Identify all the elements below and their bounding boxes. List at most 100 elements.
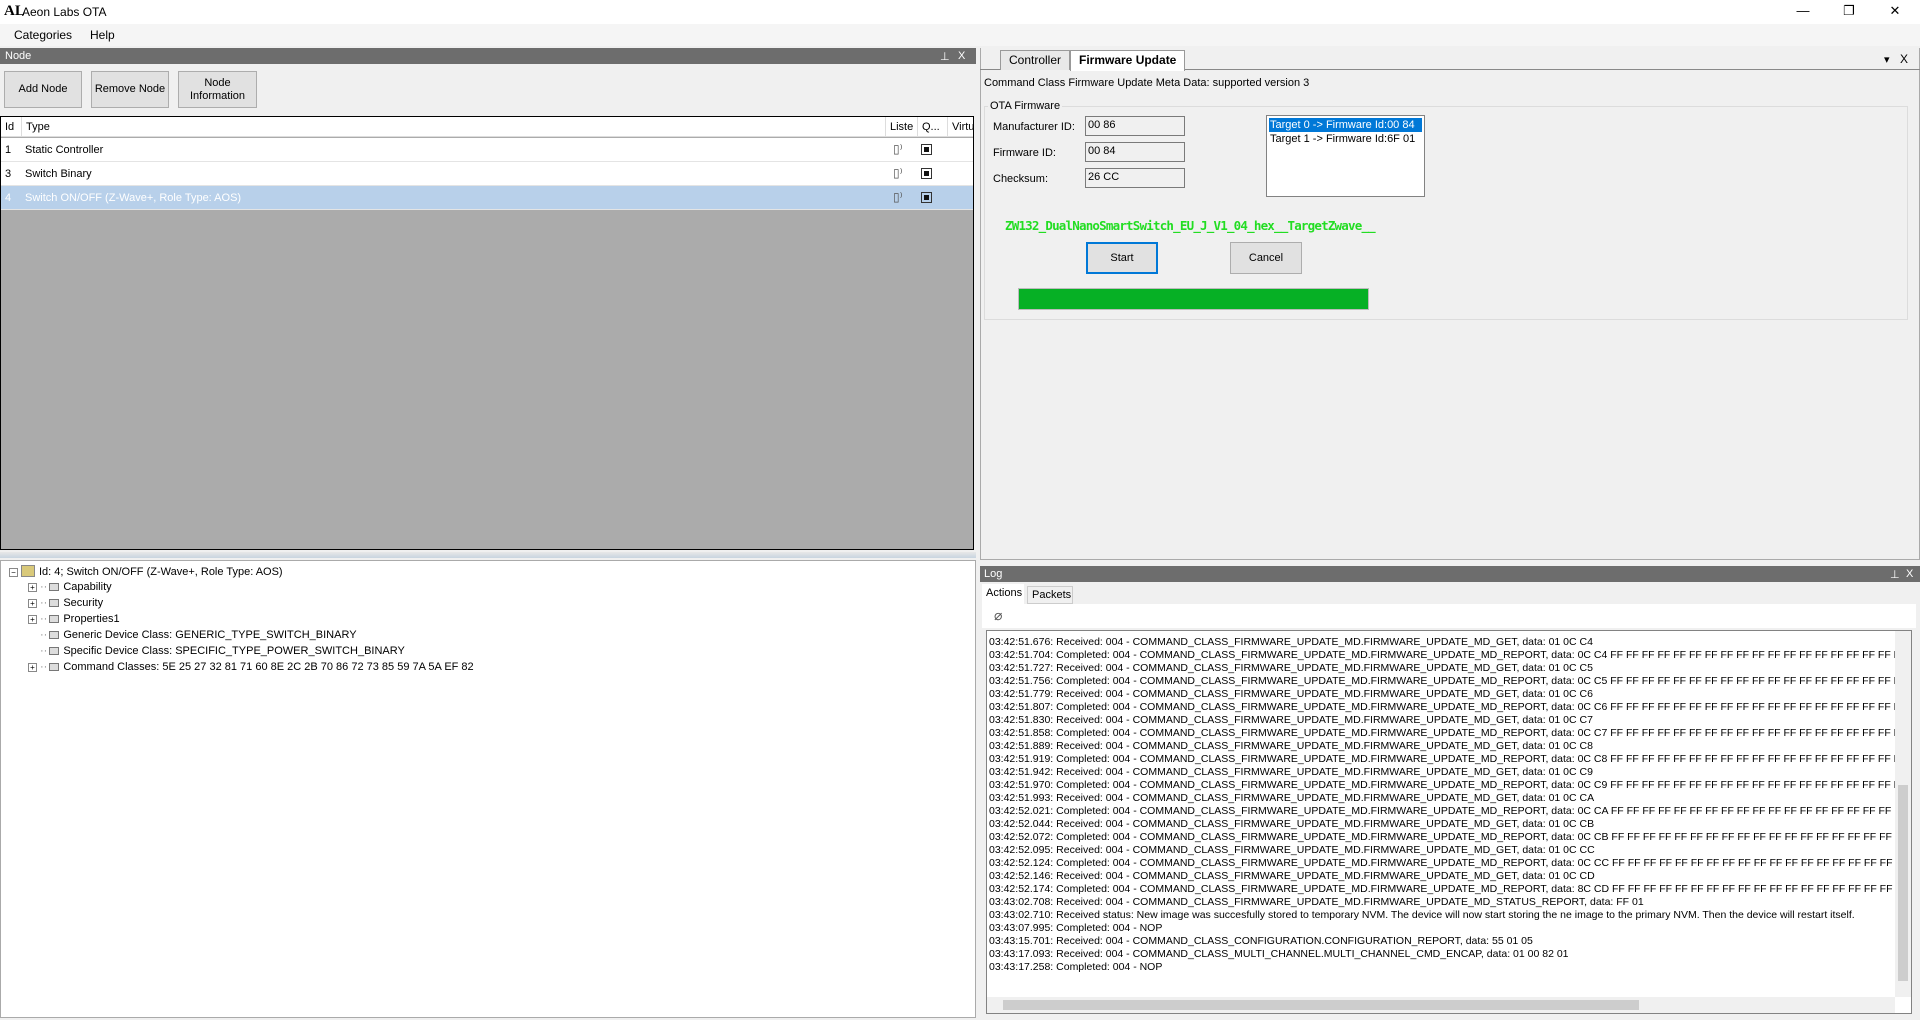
column-header-q[interactable]: Q...: [917, 117, 947, 137]
tree-root-label: Id: 4; Switch ON/OFF (Z-Wave+, Role Type…: [39, 566, 283, 578]
column-header-id[interactable]: Id: [1, 117, 21, 137]
q-checkbox[interactable]: [921, 168, 932, 179]
close-icon[interactable]: X: [958, 50, 965, 62]
column-header-virtual[interactable]: Virtu: [947, 117, 974, 137]
log-line: 03:43:17.258: Completed: 004 - NOP: [989, 961, 1163, 973]
manufacturer-id-label: Manufacturer ID:: [993, 121, 1075, 133]
title-bar: AL Aeon Labs OTA — ❐ ✕: [0, 0, 1920, 24]
folder-icon: [49, 583, 60, 591]
listening-icon: ▯⁾: [893, 190, 903, 204]
manufacturer-id-field[interactable]: 00 86: [1085, 116, 1185, 136]
tree-root[interactable]: − Id: 4; Switch ON/OFF (Z-Wave+, Role Typ…: [9, 565, 283, 578]
menu-help[interactable]: Help: [90, 28, 115, 42]
tree-item-label: Capability: [63, 581, 112, 593]
listening-icon: ▯⁾: [893, 166, 903, 180]
menu-categories[interactable]: Categories: [14, 28, 72, 42]
log-line: 03:42:51.807: Completed: 004 - COMMAND_C…: [989, 701, 1911, 713]
eraser-icon[interactable]: ⌀: [994, 607, 1002, 624]
splitter[interactable]: [0, 552, 976, 558]
scrollbar-thumb[interactable]: [1003, 1000, 1639, 1010]
table-row[interactable]: 4 Switch ON/OFF (Z-Wave+, Role Type: AOS…: [1, 186, 973, 210]
tree-item-label: Security: [63, 597, 104, 609]
firmware-id-label: Firmware ID:: [993, 147, 1056, 159]
start-button[interactable]: Start: [1086, 242, 1158, 274]
expand-icon[interactable]: +: [28, 583, 37, 592]
log-line: 03:42:51.942: Received: 004 - COMMAND_CL…: [989, 766, 1593, 778]
tree-item-label: Command Classes: 5E 25 27 32 81 71 60 8E…: [63, 661, 474, 673]
log-panel-header: Log ⊥ X: [980, 566, 1920, 582]
expand-icon[interactable]: +: [28, 599, 37, 608]
tab-firmware-update[interactable]: Firmware Update: [1070, 50, 1186, 71]
expand-icon[interactable]: +: [28, 615, 37, 624]
table-row[interactable]: 3 Switch Binary ▯⁾: [1, 162, 973, 186]
column-header-listening[interactable]: Liste: [885, 117, 917, 137]
node-information-button[interactable]: Node Information: [178, 71, 257, 108]
tree-item[interactable]: ·· Generic Device Class: GENERIC_TYPE_SWI…: [28, 629, 357, 641]
target-item[interactable]: Target 0 -> Firmware Id:00 84: [1269, 118, 1422, 132]
minimize-button[interactable]: —: [1780, 0, 1826, 24]
tab-packets[interactable]: Packets: [1027, 586, 1073, 604]
row-type: Switch Binary: [25, 168, 92, 180]
log-line: 03:42:52.174: Completed: 004 - COMMAND_C…: [989, 883, 1911, 895]
tree-item[interactable]: + ·· Capability: [28, 581, 112, 593]
close-icon[interactable]: X: [1900, 52, 1908, 66]
pin-icon[interactable]: ⊥: [940, 50, 950, 63]
tree-item[interactable]: + ·· Properties1: [28, 613, 120, 625]
log-text-area[interactable]: 03:42:51.676: Received: 004 - COMMAND_CL…: [986, 630, 1912, 1014]
vertical-scrollbar[interactable]: [1895, 631, 1911, 997]
tree-item[interactable]: ·· Specific Device Class: SPECIFIC_TYPE_P…: [28, 645, 405, 657]
add-node-button[interactable]: Add Node: [4, 71, 82, 108]
cancel-button[interactable]: Cancel: [1230, 242, 1302, 274]
scrollbar-thumb[interactable]: [1898, 785, 1908, 981]
log-line: 03:42:51.858: Completed: 004 - COMMAND_C…: [989, 727, 1911, 739]
progress-fill: [1019, 289, 1368, 309]
log-line: 03:42:51.830: Received: 004 - COMMAND_CL…: [989, 714, 1593, 726]
checksum-label: Checksum:: [993, 173, 1049, 185]
maximize-button[interactable]: ❐: [1826, 0, 1872, 24]
log-toolbar: ⌀: [982, 604, 1916, 628]
log-line: 03:42:52.095: Received: 004 - COMMAND_CL…: [989, 844, 1595, 856]
node-panel-header: Node ⊥ X: [0, 48, 976, 64]
tab-controller[interactable]: Controller: [1000, 50, 1071, 70]
node-table: Id Type Liste Q... Virtu 1 Static Contro…: [0, 116, 974, 550]
pin-icon[interactable]: ⊥: [1890, 568, 1900, 581]
horizontal-scrollbar[interactable]: [987, 997, 1895, 1013]
row-id: 3: [5, 168, 12, 180]
log-line: 03:43:02.710: Received status: New image…: [989, 909, 1855, 921]
target-item[interactable]: Target 1 -> Firmware Id:6F 01: [1269, 132, 1422, 146]
q-checkbox[interactable]: [921, 192, 932, 203]
firmware-id-field[interactable]: 00 84: [1085, 142, 1185, 162]
expand-icon[interactable]: +: [28, 663, 37, 672]
log-line: 03:43:07.995: Completed: 004 - NOP: [989, 922, 1163, 934]
target-listbox[interactable]: Target 0 -> Firmware Id:00 84 Target 1 -…: [1266, 115, 1425, 197]
checksum-field[interactable]: 26 CC: [1085, 168, 1185, 188]
tree-item-label: Properties1: [63, 613, 120, 625]
log-line: 03:42:51.970: Completed: 004 - COMMAND_C…: [989, 779, 1911, 791]
tree-item[interactable]: + ·· Command Classes: 5E 25 27 32 81 71 60…: [28, 661, 474, 673]
log-line: 03:43:02.708: Received: 004 - COMMAND_CL…: [989, 896, 1644, 908]
log-line: 03:42:51.993: Received: 004 - COMMAND_CL…: [989, 792, 1595, 804]
close-icon[interactable]: X: [1906, 568, 1913, 580]
node-panel-title: Node: [5, 50, 32, 62]
column-header-type[interactable]: Type: [21, 117, 885, 137]
log-line: 03:42:52.021: Completed: 004 - COMMAND_C…: [989, 805, 1911, 817]
close-button[interactable]: ✕: [1872, 0, 1918, 24]
log-line: 03:42:51.919: Completed: 004 - COMMAND_C…: [989, 753, 1911, 765]
tab-actions[interactable]: Actions: [982, 584, 1024, 604]
log-line: 03:43:15.701: Received: 004 - COMMAND_CL…: [989, 935, 1533, 947]
table-row[interactable]: 1 Static Controller ▯⁾: [1, 138, 973, 162]
progress-bar: [1018, 288, 1369, 310]
tree-item[interactable]: + ·· Security: [28, 597, 103, 609]
log-line: 03:42:51.756: Completed: 004 - COMMAND_C…: [989, 675, 1911, 687]
log-line: 03:42:52.044: Received: 004 - COMMAND_CL…: [989, 818, 1595, 830]
log-line: 03:42:51.727: Received: 004 - COMMAND_CL…: [989, 662, 1593, 674]
tree-item-label: Specific Device Class: SPECIFIC_TYPE_POW…: [63, 645, 405, 657]
meta-data-text: Command Class Firmware Update Meta Data:…: [984, 77, 1310, 89]
log-line: 03:42:51.779: Received: 004 - COMMAND_CL…: [989, 688, 1593, 700]
firmware-filename: ZW132_DualNanoSmartSwitch_EU_J_V1_04_hex…: [1005, 218, 1376, 233]
folder-icon: [49, 631, 60, 639]
remove-node-button[interactable]: Remove Node: [91, 71, 169, 108]
q-checkbox[interactable]: [921, 144, 932, 155]
node-tree: − Id: 4; Switch ON/OFF (Z-Wave+, Role Typ…: [0, 560, 976, 1018]
dropdown-icon[interactable]: ▾: [1884, 53, 1890, 66]
